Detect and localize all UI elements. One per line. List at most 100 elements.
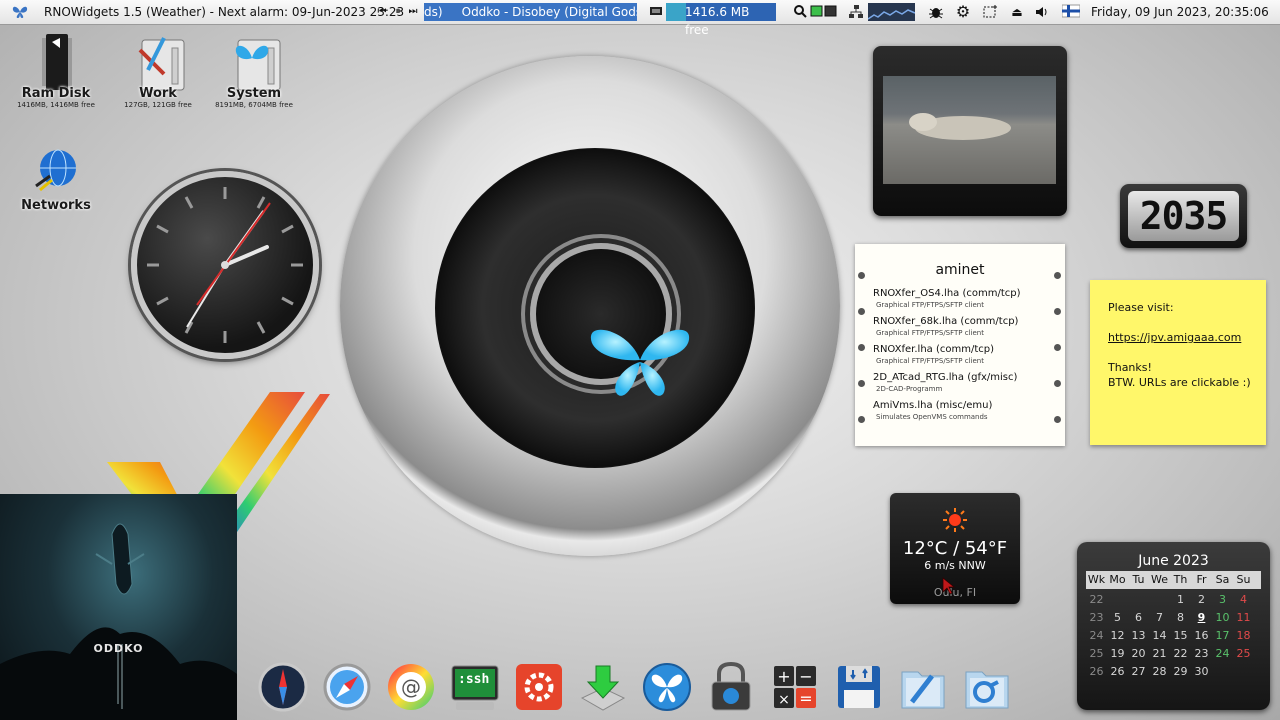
memory-gauge-fill bbox=[666, 3, 686, 21]
calendar-day[interactable]: 7 bbox=[1149, 609, 1170, 627]
browser-icon[interactable] bbox=[322, 662, 372, 712]
aminet-item[interactable]: RNOXfer_68k.lha (comm/tcp) Graphical FTP… bbox=[873, 316, 1058, 338]
ram-disk-icon[interactable]: Ram Disk 1416MB, 1416MB free bbox=[10, 30, 102, 109]
bug-icon[interactable] bbox=[928, 4, 944, 20]
calendar-day[interactable]: 12 bbox=[1107, 627, 1128, 645]
calendar-day[interactable]: 26 bbox=[1107, 663, 1128, 681]
mail-icon[interactable]: @ bbox=[386, 662, 436, 712]
prev-icon[interactable]: ⏮ bbox=[374, 4, 390, 20]
widget-title: RNOWidgets 1.5 (Weather) - Next alarm: 0… bbox=[44, 5, 405, 19]
calendar-week-number: 23 bbox=[1089, 611, 1104, 624]
calendar-day[interactable]: 19 bbox=[1107, 645, 1128, 663]
aminet-item-name: AmiVms.lha (misc/emu) bbox=[873, 400, 993, 411]
calendar-day[interactable]: 13 bbox=[1128, 627, 1149, 645]
binder-hole bbox=[858, 308, 865, 315]
flag-icon[interactable] bbox=[1061, 4, 1081, 20]
harddisk-butterfly-icon bbox=[230, 30, 281, 91]
weather-widget[interactable]: 12°C / 54°F 6 m/s NNW Oulu, FI bbox=[890, 493, 1020, 604]
aminet-item-name: RNOXfer.lha (comm/tcp) bbox=[873, 344, 995, 355]
sticky-line-3: BTW. URLs are clickable :) bbox=[1108, 376, 1251, 389]
aminet-item-name: RNOXfer_68k.lha (comm/tcp) bbox=[873, 316, 1019, 327]
ssh-icon[interactable]: :ssh bbox=[450, 662, 500, 712]
network-icon[interactable] bbox=[848, 4, 864, 20]
calendar-day[interactable]: 14 bbox=[1149, 627, 1170, 645]
binder-hole bbox=[1054, 272, 1061, 279]
screenshot-icon[interactable] bbox=[982, 4, 998, 20]
calendar-weekday: Mo bbox=[1109, 573, 1126, 586]
calendar-day[interactable]: 17 bbox=[1212, 627, 1233, 645]
calendar-day[interactable]: 3 bbox=[1212, 591, 1233, 609]
calendar-day[interactable]: 2 bbox=[1191, 591, 1212, 609]
aminet-item[interactable]: RNOXfer.lha (comm/tcp) Graphical FTP/FTP… bbox=[873, 344, 1058, 366]
eject-icon[interactable]: ⏏ bbox=[1009, 4, 1025, 20]
calendar-day[interactable]: 22 bbox=[1170, 645, 1191, 663]
speaker-icon[interactable] bbox=[1034, 4, 1050, 20]
calendar-day[interactable]: 23 bbox=[1191, 645, 1212, 663]
sticky-link[interactable]: https://jpv.amigaaa.com bbox=[1108, 331, 1241, 344]
calendar-day[interactable]: 27 bbox=[1128, 663, 1149, 681]
memory-free-text: 1416.6 MB free bbox=[685, 5, 750, 37]
calendar-day[interactable]: 20 bbox=[1128, 645, 1149, 663]
binder-hole bbox=[858, 380, 865, 387]
calendar-day[interactable]: 30 bbox=[1191, 663, 1212, 681]
calendar-day[interactable]: 8 bbox=[1170, 609, 1191, 627]
disk-save-icon[interactable] bbox=[834, 662, 884, 712]
butterfly-icon[interactable] bbox=[12, 4, 28, 20]
system-drive-icon[interactable]: System 8191MB, 6704MB free bbox=[208, 30, 300, 109]
calendar-week-number: 26 bbox=[1089, 665, 1104, 678]
aminet-item[interactable]: AmiVms.lha (misc/emu) Simulates OpenVMS … bbox=[873, 400, 1058, 422]
next-icon[interactable]: ⏭ bbox=[405, 4, 421, 20]
aminet-feed-widget: aminet RNOXfer_OS4.lha (comm/tcp) Graphi… bbox=[855, 244, 1065, 446]
compass-icon[interactable] bbox=[258, 662, 308, 712]
aminet-title: aminet bbox=[935, 262, 985, 278]
album-artwork-figure bbox=[0, 523, 237, 720]
calendar-day[interactable]: 24 bbox=[1212, 645, 1233, 663]
pause-icon[interactable]: ⏸ bbox=[390, 4, 406, 20]
butterfly-icon[interactable] bbox=[642, 662, 692, 712]
work-drive-icon[interactable]: Work 127GB, 121GB free bbox=[112, 30, 204, 109]
search-icon[interactable] bbox=[792, 4, 808, 20]
calendar-day[interactable]: 1 bbox=[1170, 591, 1191, 609]
calendar-day[interactable]: 11 bbox=[1233, 609, 1254, 627]
settings-icon[interactable] bbox=[514, 662, 564, 712]
networks-icon[interactable]: Networks bbox=[10, 146, 102, 213]
network-drawer-icon[interactable] bbox=[962, 662, 1012, 712]
globe-icon bbox=[32, 146, 80, 198]
calendar-day[interactable]: 21 bbox=[1149, 645, 1170, 663]
calendar-week-number: 22 bbox=[1089, 593, 1104, 606]
sun-icon bbox=[943, 508, 967, 532]
calendar-day[interactable]: 29 bbox=[1170, 663, 1191, 681]
binder-hole bbox=[858, 344, 865, 351]
aminet-item[interactable]: RNOXfer_OS4.lha (comm/tcp) Graphical FTP… bbox=[873, 288, 1058, 310]
desktop-icon-label: System bbox=[226, 86, 282, 101]
calendar-day[interactable]: 5 bbox=[1107, 609, 1128, 627]
binder-hole bbox=[858, 272, 865, 279]
photo-frame-widget[interactable] bbox=[873, 46, 1067, 216]
digital-clock: 2035 bbox=[1120, 184, 1247, 248]
calendar-day[interactable]: 16 bbox=[1191, 627, 1212, 645]
aminet-item[interactable]: 2D_ATcad_RTG.lha (gfx/misc) 2D-CAD-Progr… bbox=[873, 372, 1058, 394]
calendar-day[interactable]: 28 bbox=[1149, 663, 1170, 681]
download-icon[interactable] bbox=[578, 662, 628, 712]
notes-drawer-icon[interactable] bbox=[898, 662, 948, 712]
calendar-day[interactable]: 18 bbox=[1233, 627, 1254, 645]
album-art[interactable]: ODDKO bbox=[0, 494, 237, 720]
calendar-day[interactable]: 25 bbox=[1233, 645, 1254, 663]
calendar-day[interactable]: 4 bbox=[1233, 591, 1254, 609]
now-playing[interactable]: ds) Oddko - Disobey (Digital Gods) bbox=[424, 3, 637, 21]
desktop-icon-info: 1416MB, 1416MB free bbox=[17, 101, 95, 109]
gear-icon[interactable]: ⚙ bbox=[955, 4, 971, 20]
screen-lock-icon[interactable] bbox=[706, 661, 756, 712]
svg-text:−: − bbox=[799, 667, 812, 686]
calendar-day[interactable]: 6 bbox=[1128, 609, 1149, 627]
calendar-day[interactable]: 15 bbox=[1170, 627, 1191, 645]
weather-temperature: 12°C / 54°F bbox=[902, 538, 1008, 559]
seal-photo bbox=[883, 76, 1056, 184]
calendar-day[interactable]: 10 bbox=[1212, 609, 1233, 627]
calendar-day[interactable]: 9 bbox=[1191, 609, 1212, 627]
calculator-icon[interactable]: + − × = bbox=[770, 662, 820, 712]
calendar-weekday: Wk bbox=[1087, 573, 1106, 586]
svg-text:×: × bbox=[778, 692, 790, 708]
calendar-weekday: Fr bbox=[1196, 573, 1207, 586]
svg-text:=: = bbox=[799, 689, 812, 708]
